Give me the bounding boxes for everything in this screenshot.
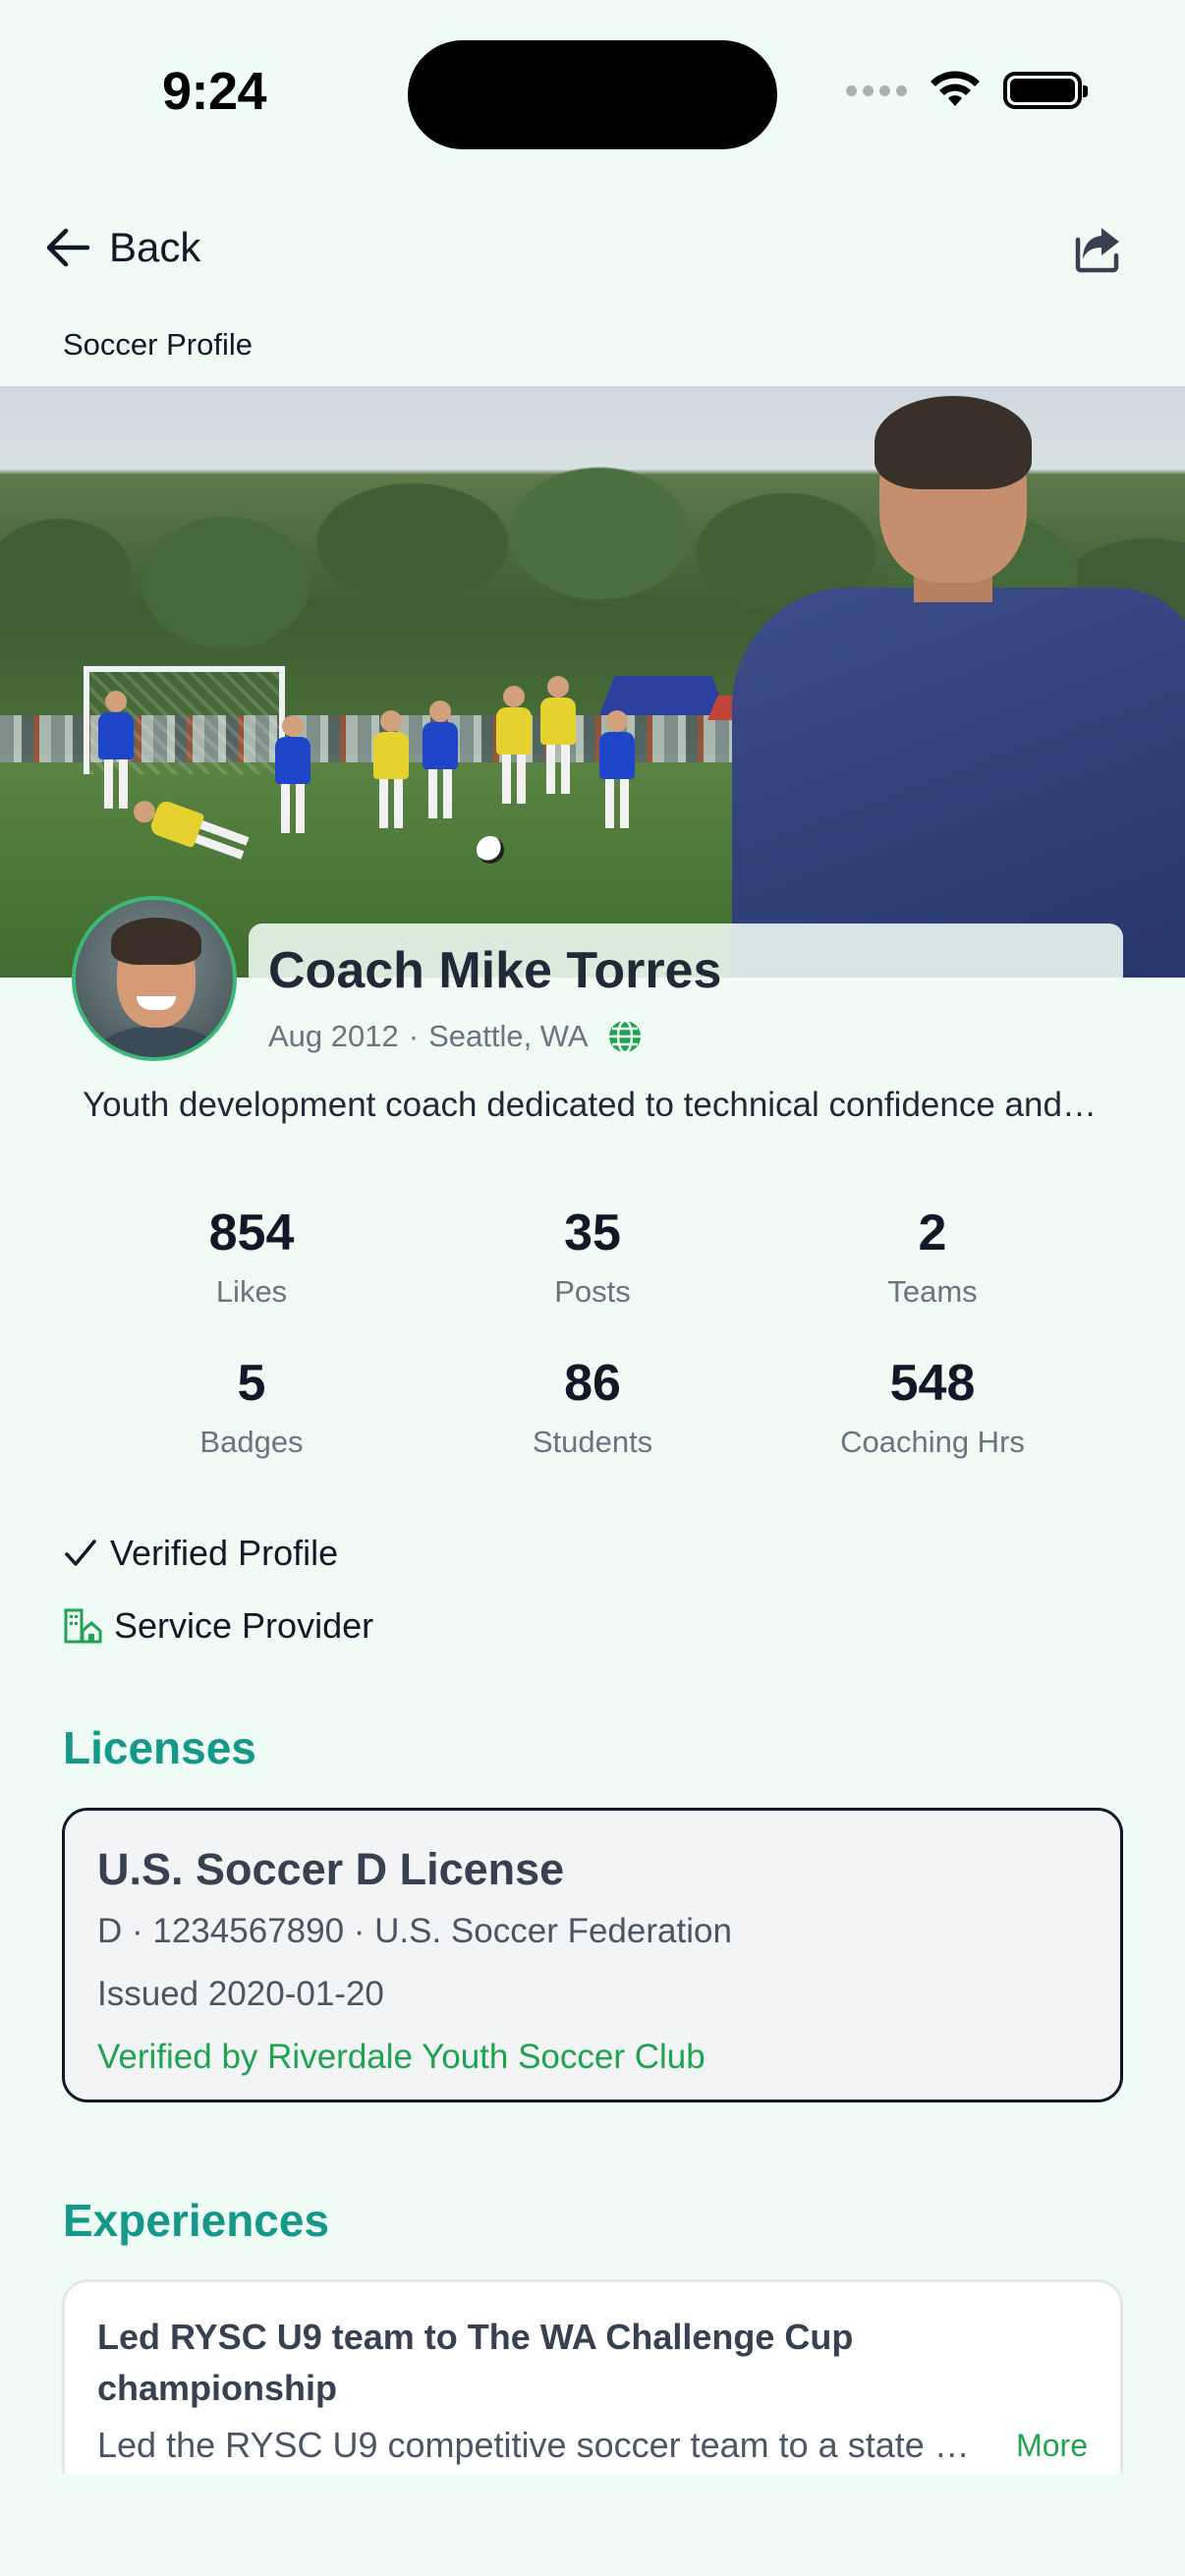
profile-meta: Aug 2012 · Seattle, WA — [268, 1018, 644, 1055]
stat-value: 2 — [918, 1204, 947, 1261]
cover-photo — [0, 386, 1185, 978]
stat-label: Posts — [554, 1274, 631, 1309]
stat-value: 86 — [564, 1355, 621, 1412]
stat-students: 86 Students — [423, 1354, 762, 1460]
service-provider-label: Service Provider — [114, 1605, 374, 1646]
licenses-heading: Licenses — [63, 1722, 256, 1773]
stat-label: Badges — [199, 1425, 304, 1459]
experiences-heading: Experiences — [63, 2195, 330, 2246]
section-caption: Soccer Profile — [63, 327, 253, 362]
checkmark-icon — [65, 1540, 96, 1566]
profile-bio: Youth development coach dedicated to tec… — [83, 1086, 1104, 1124]
license-title: U.S. Soccer D License — [97, 1844, 565, 1894]
back-button[interactable]: Back — [44, 224, 200, 271]
location: Seattle, WA — [428, 1019, 589, 1053]
back-label: Back — [109, 224, 201, 270]
experience-description: Led the RYSC U9 competitive soccer team … — [97, 2425, 982, 2465]
dynamic-island — [408, 40, 777, 149]
service-provider-flag: Service Provider — [63, 1605, 373, 1647]
share-icon — [1075, 228, 1119, 273]
soccer-profile-screen: 9:24 Back Soccer Profile Coach Mike Torr… — [0, 0, 1185, 2576]
stat-badges: 5 Badges — [82, 1354, 422, 1460]
globe-icon — [608, 1019, 641, 1054]
share-button[interactable] — [1072, 224, 1123, 275]
building-home-icon — [64, 1608, 102, 1644]
stat-teams: 2 Teams — [762, 1204, 1102, 1310]
status-icons — [846, 71, 1088, 110]
stat-label: Students — [532, 1425, 653, 1459]
joined-date: Aug 2012 — [268, 1019, 399, 1053]
verified-profile-flag: Verified Profile — [63, 1533, 338, 1574]
wifi-icon — [931, 71, 980, 106]
status-time: 9:24 — [162, 62, 267, 121]
stat-label: Coaching Hrs — [840, 1425, 1025, 1459]
stat-likes: 854 Likes — [82, 1204, 422, 1310]
scroll-clip — [0, 2474, 1185, 2576]
more-link[interactable]: More — [1016, 2428, 1088, 2464]
license-card[interactable]: U.S. Soccer D License D · 1234567890 · U… — [62, 1808, 1123, 2102]
license-details: D · 1234567890 · U.S. Soccer Federation — [97, 1912, 732, 1950]
verified-profile-label: Verified Profile — [110, 1533, 339, 1573]
stat-value: 548 — [889, 1355, 976, 1412]
cellular-signal-icon — [846, 84, 907, 96]
experience-title: Led RYSC U9 team to The WA Challenge Cup… — [97, 2317, 854, 2408]
license-verified-by: Verified by Riverdale Youth Soccer Club — [97, 2038, 705, 2076]
stat-label: Likes — [215, 1274, 288, 1309]
stat-posts: 35 Posts — [423, 1204, 762, 1310]
avatar[interactable] — [72, 896, 237, 1061]
profile-name: Coach Mike Torres — [268, 942, 722, 999]
license-issued-date: Issued 2020-01-20 — [97, 1975, 384, 2013]
arrow-left-icon — [46, 228, 90, 267]
battery-icon — [1003, 72, 1088, 109]
stat-label: Teams — [887, 1274, 978, 1309]
meta-separator: · — [408, 1019, 420, 1053]
stat-value: 5 — [237, 1355, 266, 1412]
stat-value: 35 — [564, 1204, 621, 1261]
stat-value: 854 — [208, 1204, 295, 1261]
stat-coaching-hours: 548 Coaching Hrs — [762, 1354, 1102, 1460]
